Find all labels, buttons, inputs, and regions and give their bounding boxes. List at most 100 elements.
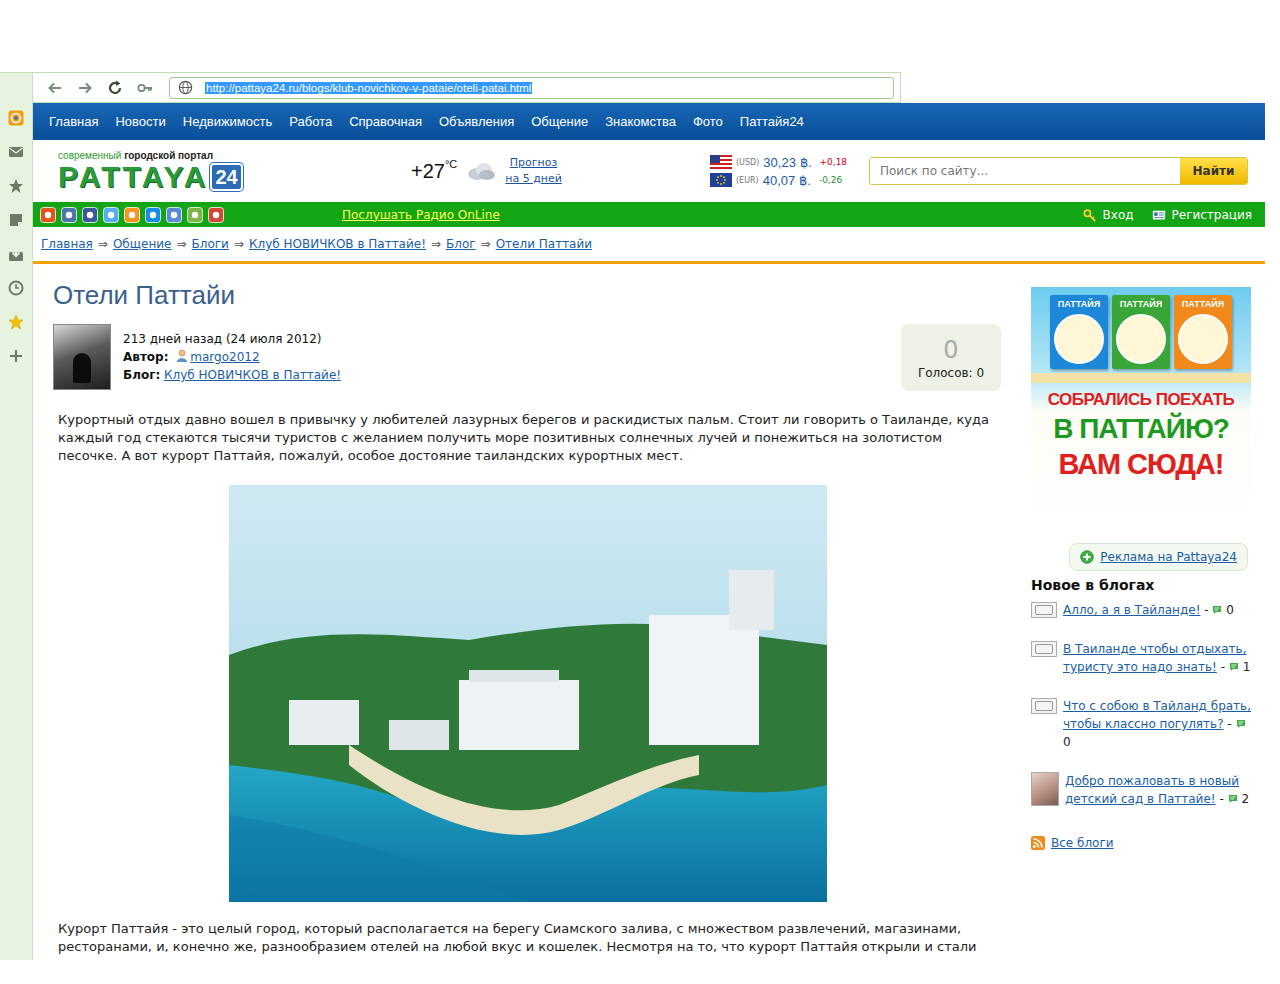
forecast-link[interactable]: Прогнозна 5 дней (505, 155, 562, 187)
nav-link[interactable]: Недвижимость (183, 114, 272, 129)
blog-avatar[interactable] (1031, 641, 1057, 657)
blog-avatar-photo[interactable] (1031, 772, 1059, 806)
radio-link[interactable]: Послушать Радио OnLine (342, 208, 500, 222)
new-blog-link[interactable]: В Таиланде чтобы отдыхать, туристу это н… (1063, 642, 1246, 674)
user-icon (176, 349, 188, 363)
note-icon[interactable] (8, 212, 24, 228)
blog-avatar[interactable] (1031, 698, 1057, 714)
breadcrumb-separator: ⇒ (98, 237, 108, 251)
dash: - (1219, 792, 1223, 806)
cloud-icon (465, 160, 497, 182)
breadcrumb-separator: ⇒ (176, 237, 186, 251)
vote-label: Голосов: 0 (918, 366, 984, 380)
social-share-icon[interactable] (124, 207, 140, 223)
breadcrumb-link[interactable]: Главная (41, 237, 93, 251)
forward-arrow-icon[interactable] (77, 80, 93, 96)
beach-strip (1031, 373, 1251, 383)
social-share-icon[interactable] (145, 207, 161, 223)
all-blogs-link[interactable]: Все блоги (1031, 836, 1251, 850)
key-icon[interactable] (137, 80, 153, 96)
login-link[interactable]: Вход (1083, 208, 1134, 222)
download-icon[interactable] (8, 246, 24, 262)
breadcrumb-link[interactable]: Отели Паттайи (496, 237, 592, 251)
register-link[interactable]: Регистрация (1152, 208, 1252, 222)
post-title: Отели Паттайи (53, 280, 1003, 310)
favorite-star-icon[interactable] (8, 314, 24, 330)
breadcrumb-separator: ⇒ (234, 237, 244, 251)
search-button[interactable]: Найти (1180, 158, 1247, 184)
social-share-icon[interactable] (187, 207, 203, 223)
dash: - (1204, 603, 1208, 617)
nav-link[interactable]: Фото (693, 114, 723, 129)
author-link[interactable]: margo2012 (190, 350, 259, 364)
new-blog-link[interactable]: Алло, а я в Тайланде! (1063, 603, 1200, 617)
blog-link[interactable]: Клуб НОВИЧКОВ в Паттайе! (164, 368, 341, 382)
auth-links: Вход Регистрация (1083, 208, 1252, 222)
search-input[interactable] (870, 158, 1180, 184)
reload-icon[interactable] (107, 80, 123, 96)
site-logo[interactable]: современный городской портал PATTAYA 24 (58, 150, 411, 193)
nav-link[interactable]: Паттайя24 (740, 114, 804, 129)
currency-rates: (USD) 30,23 ฿. +0,18 (EUR) 40,07 ฿. -0,2… (710, 155, 869, 188)
new-blog-link[interactable]: Что с собою в Тайланд брать, чтобы класс… (1063, 699, 1251, 731)
comment-icon (1228, 794, 1238, 804)
currency-row: (USD) 30,23 ฿. +0,18 (710, 155, 869, 170)
comment-count: 0 (1226, 603, 1234, 617)
new-blog-item: Алло, а я в Тайланде! - 0 (1031, 601, 1251, 619)
nav-link[interactable]: Главная (49, 114, 98, 129)
back-arrow-icon[interactable] (47, 80, 63, 96)
breadcrumb-link[interactable]: Блог (446, 237, 476, 251)
social-share-icon[interactable] (61, 207, 77, 223)
currency-row: (EUR) 40,07 ฿. -0,26 (710, 173, 869, 188)
guide-books: ПАТТАЙЯ ПАТТАЙЯ ПАТТАЙЯ (1050, 295, 1232, 369)
post-date: 213 дней назад (24 июля 2012) (123, 330, 341, 348)
right-sidebar: ПАТТАЙЯ ПАТТАЙЯ ПАТТАЙЯ СОБРАЛИСЬ ПОЕХАТ… (1031, 264, 1251, 960)
post-meta: 213 дней назад (24 июля 2012) Автор: mar… (53, 324, 1003, 391)
envelope-icon[interactable] (8, 144, 24, 160)
hotel-photo (229, 485, 827, 902)
social-share-icon[interactable] (208, 207, 224, 223)
advertise-link[interactable]: Реклама на Pattaya24 (1069, 543, 1248, 571)
search-form: Найти (869, 157, 1248, 185)
clock-icon[interactable] (8, 280, 24, 296)
social-share-icon[interactable] (103, 207, 119, 223)
social-share-icon[interactable] (166, 207, 182, 223)
vote-box[interactable]: 0 Голосов: 0 (901, 324, 1001, 391)
author-avatar[interactable] (53, 324, 111, 390)
url-text[interactable]: http://pattaya24.ru/blogs/klub-novichkov… (205, 82, 532, 94)
nav-link[interactable]: Справочная (349, 114, 422, 129)
comment-icon (1236, 719, 1246, 729)
star-icon[interactable] (8, 178, 24, 194)
breadcrumb-link[interactable]: Клуб НОВИЧКОВ в Паттайе! (249, 237, 426, 251)
ad-banner[interactable]: ПАТТАЙЯ ПАТТАЙЯ ПАТТАЙЯ СОБРАЛИСЬ ПОЕХАТ… (1031, 287, 1251, 527)
social-share-icon[interactable] (82, 207, 98, 223)
nav-link[interactable]: Общение (531, 114, 588, 129)
blog-label: Блог: (123, 368, 160, 382)
breadcrumb-link[interactable]: Блоги (192, 237, 229, 251)
eu-flag-icon (710, 173, 732, 187)
nav-link[interactable]: Знакомства (605, 114, 676, 129)
author-label: Автор: (123, 350, 168, 364)
new-blog-link[interactable]: Добро пожаловать в новый детский сад в П… (1065, 774, 1239, 806)
us-flag-icon (710, 155, 732, 169)
guide-book: ПАТТАЙЯ (1174, 295, 1232, 369)
nav-link[interactable]: Работа (289, 114, 332, 129)
mail-at-icon[interactable] (8, 110, 24, 126)
web-page: Главная Новости Недвижимость Работа Справочн… (33, 103, 1265, 960)
blog-avatar[interactable] (1031, 602, 1057, 618)
new-blog-item: Что с собою в Тайланд брать, чтобы класс… (1031, 697, 1251, 751)
comment-count: 1 (1243, 660, 1251, 674)
comment-count: 0 (1063, 735, 1071, 749)
social-share-icon[interactable] (40, 207, 56, 223)
nav-link[interactable]: Новости (115, 114, 165, 129)
breadcrumb: Главная ⇒ Общение ⇒ Блоги ⇒ Клуб НОВИЧКОВ в… (33, 227, 1265, 264)
plus-icon[interactable] (8, 348, 24, 364)
guide-book: ПАТТАЙЯ (1050, 295, 1108, 369)
banner-text: СОБРАЛИСЬ ПОЕХАТЬВ ПАТТАЙЮ?ВАМ СЮДА! (1048, 389, 1235, 481)
rss-icon (1031, 836, 1045, 850)
nav-link[interactable]: Объявления (439, 114, 514, 129)
address-bar[interactable]: http://pattaya24.ru/blogs/klub-novichkov… (169, 77, 894, 99)
breadcrumb-link[interactable]: Общение (113, 237, 172, 251)
currency-symbol: ฿. (800, 155, 812, 170)
logo-tagline: современный (58, 150, 121, 161)
